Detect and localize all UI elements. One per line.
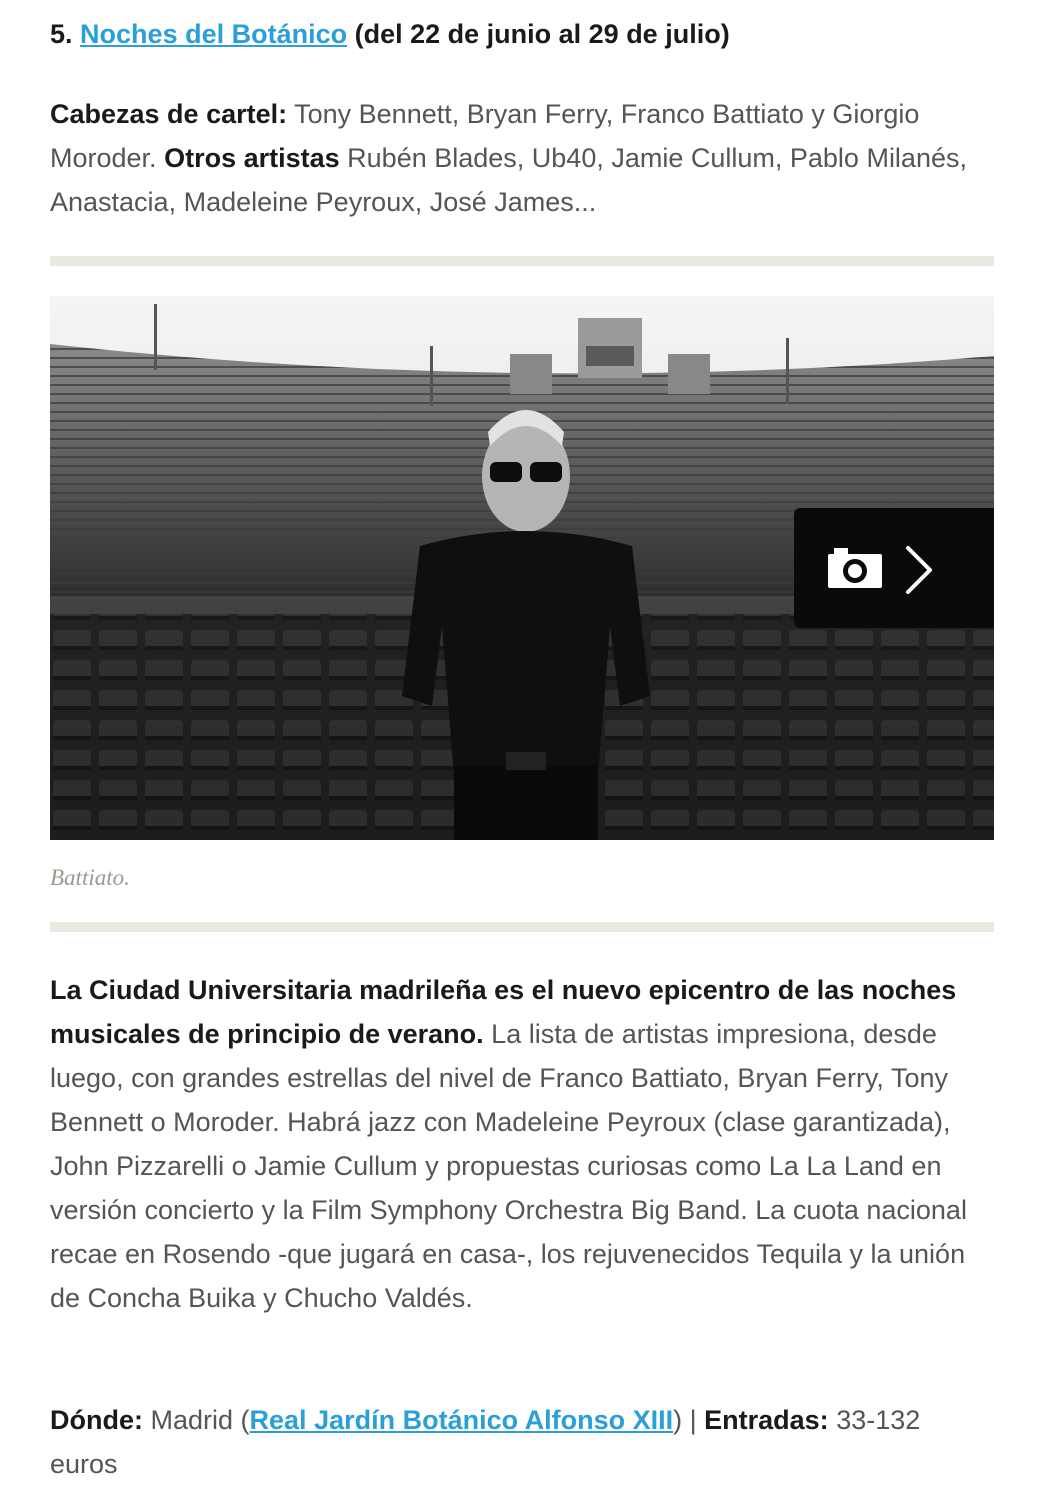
article-photo — [50, 296, 994, 840]
venue-link[interactable]: Real Jardín Botánico Alfonso XIII — [250, 1405, 674, 1435]
tickets-label: Entradas: — [704, 1405, 829, 1435]
divider-bottom — [50, 922, 994, 932]
festival-link[interactable]: Noches del Botánico — [80, 19, 347, 49]
where-label: Dónde: — [50, 1405, 143, 1435]
gallery-button[interactable] — [794, 508, 994, 628]
info-separator: ) | — [673, 1405, 697, 1435]
section-number: 5. — [50, 19, 73, 49]
divider-top — [50, 256, 994, 266]
lineup-paragraph: Cabezas de cartel: Tony Bennett, Bryan F… — [50, 92, 994, 224]
other-artists-label: Otros artistas — [164, 143, 340, 173]
article-body: La Ciudad Universitaria madrileña es el … — [50, 968, 994, 1320]
section-heading: 5. Noches del Botánico (del 22 de junio … — [50, 14, 730, 54]
where-city: Madrid ( — [150, 1405, 250, 1435]
gallery-button-graphics — [828, 546, 932, 594]
article-text: La lista de artistas impresiona, desde l… — [50, 1019, 967, 1313]
photo-caption: Battiato. — [50, 865, 130, 890]
camera-icon — [828, 548, 882, 588]
headliners-label: Cabezas de cartel: — [50, 99, 288, 129]
festival-dates: (del 22 de junio al 29 de julio) — [354, 19, 730, 49]
chevron-right-icon — [906, 546, 932, 594]
event-info: Dónde: Madrid (Real Jardín Botánico Alfo… — [50, 1398, 994, 1486]
